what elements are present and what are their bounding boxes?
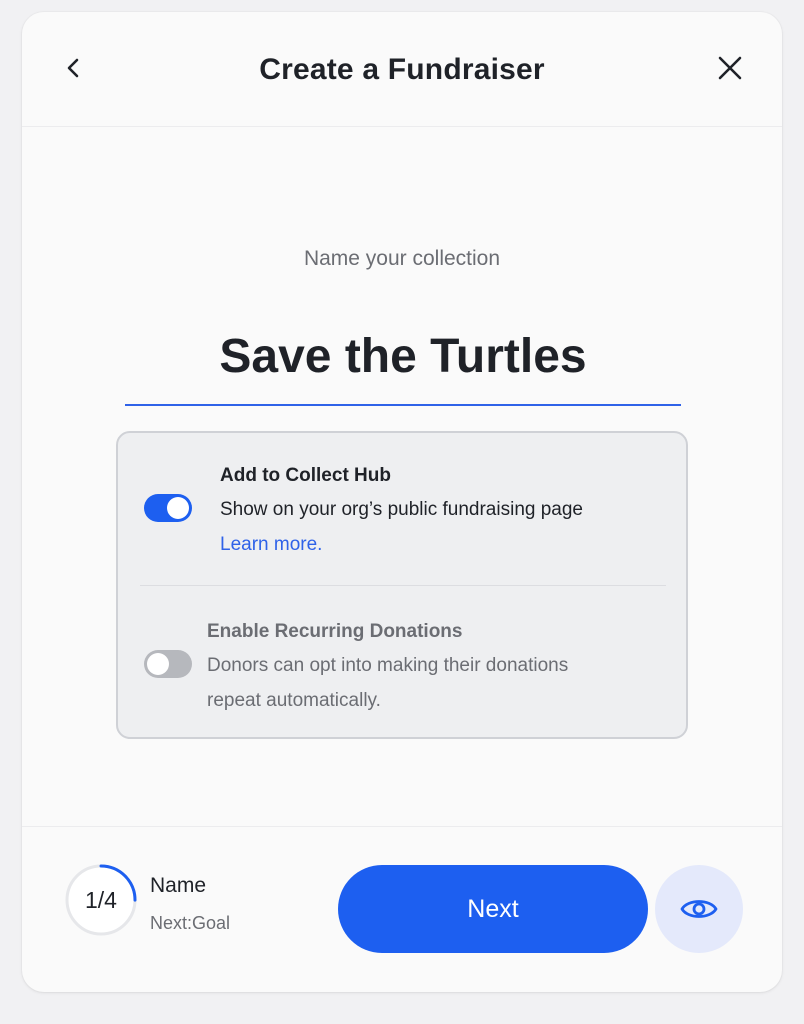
next-step-label: Next:Goal [150, 913, 231, 933]
learn-more-link[interactable]: Learn more. [220, 532, 322, 558]
toggle-knob [167, 497, 189, 519]
recurring-donations-title: Enable Recurring Donations [207, 621, 463, 642]
eye-icon [680, 900, 718, 918]
next-button[interactable]: Next [338, 865, 648, 953]
preview-button[interactable] [655, 865, 743, 953]
close-icon [718, 56, 742, 80]
step-counter: 1/4 [85, 886, 117, 913]
collection-name-input[interactable] [125, 308, 681, 406]
collection-name-prompt: Name your collection [303, 247, 501, 270]
close-button[interactable] [712, 50, 748, 86]
collect-hub-description: Show on your org’s public fundraising pa… [220, 499, 583, 520]
modal-footer: 1/4 Name Next:Goal Next [22, 826, 782, 992]
options-card: Add to Collect Hub Show on your org’s pu… [116, 431, 688, 739]
toggle-knob [147, 653, 169, 675]
options-divider [140, 585, 666, 586]
page-title: Create a Fundraiser [259, 53, 545, 86]
create-fundraiser-modal: Create a Fundraiser Name your collection… [22, 12, 782, 992]
recurring-donations-description-line2: repeat automatically. [207, 690, 381, 711]
collect-hub-title: Add to Collect Hub [220, 465, 391, 486]
collect-hub-toggle[interactable] [144, 494, 192, 522]
recurring-donations-description-line1: Donors can opt into making their donatio… [207, 655, 569, 676]
current-step-name: Name [150, 874, 207, 897]
recurring-donations-toggle[interactable] [144, 650, 192, 678]
modal-header: Create a Fundraiser [22, 12, 782, 127]
